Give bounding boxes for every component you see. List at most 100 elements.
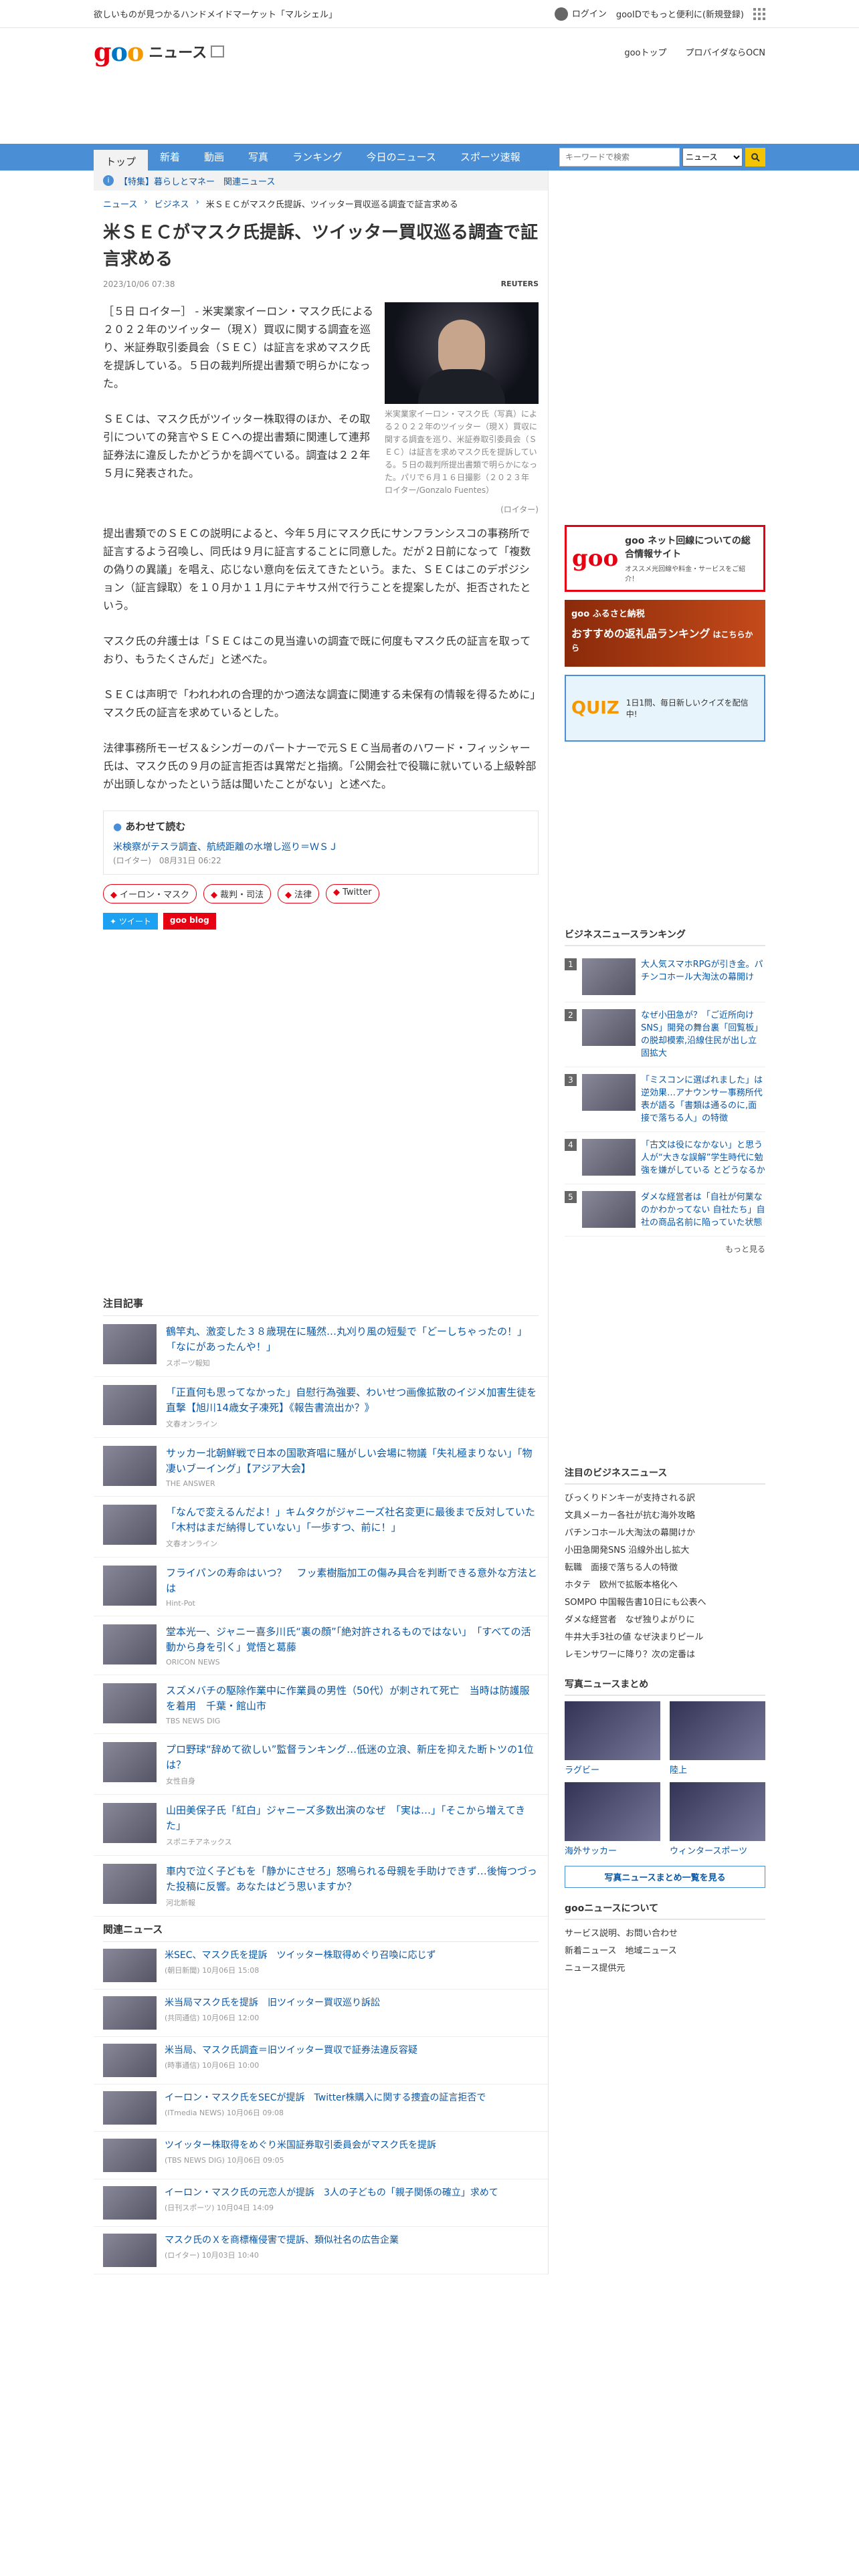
- read-together-box: ● あわせて読む 米検察がテスラ調査、航続距離の水増し巡り＝ＷＳＪ (ロイター)…: [103, 811, 539, 875]
- featured-item[interactable]: フライパンの寿命はいつ？ フッ素樹脂加工の傷み具合を判断できる意外な方法とは Hi…: [94, 1558, 548, 1616]
- sidebar-ad-space: [565, 171, 765, 525]
- tab-photo[interactable]: 写真: [236, 144, 280, 171]
- provider-logo[interactable]: REUTERS: [501, 280, 539, 289]
- keyword-link[interactable]: ダメな経営者 なぜ独りよがりに: [565, 1612, 765, 1629]
- keyword-link[interactable]: 文具メーカー各社が抗む海外攻略: [565, 1507, 765, 1525]
- ranking-item[interactable]: 2 なぜ小田急が？「ご近所向けSNS」開発の舞台裏「回覧板」の脱却模索,沿線住民が…: [565, 1002, 765, 1067]
- login-link[interactable]: ログイン: [554, 7, 607, 21]
- keyword-link[interactable]: パチンコホール大淘汰の幕開けか: [565, 1525, 765, 1542]
- app-grid-icon[interactable]: [753, 7, 765, 20]
- read-together-meta: (ロイター) 08月31日 06:22: [113, 856, 221, 865]
- related-news-item[interactable]: ツイッター株取得をめぐり米国証券取引委員会がマスク氏を提訴 (TBS NEWS D…: [94, 2132, 548, 2179]
- news-thumbnail: [103, 2044, 157, 2077]
- tag-icon: ◆: [211, 890, 218, 900]
- keyword-link[interactable]: ホタテ 欧州で拡販本格化へ: [565, 1577, 765, 1594]
- tag-item[interactable]: ◆ 裁判・司法: [203, 884, 272, 903]
- news-thumbnail: [103, 1324, 157, 1364]
- top-promo-link[interactable]: 欲しいものが見つかるハンドメイドマーケット「マルシェル」: [94, 7, 555, 20]
- related-news-item[interactable]: マスク氏のＸを商標権侵害で提訴、類似社名の広告企業 (ロイター) 10月03日 1…: [94, 2227, 548, 2274]
- tab-video[interactable]: 動画: [192, 144, 236, 171]
- article-photo[interactable]: [385, 302, 539, 404]
- tag-item[interactable]: ◆ Twitter: [326, 884, 379, 903]
- tab-top[interactable]: トップ: [94, 148, 149, 171]
- news-thumbnail: [582, 1191, 636, 1228]
- photo-tile[interactable]: 陸上: [670, 1701, 765, 1776]
- photo-tile[interactable]: 海外サッカー: [565, 1782, 660, 1856]
- news-thumbnail: [103, 2139, 157, 2172]
- photo-tile[interactable]: ラグビー: [565, 1701, 660, 1776]
- article-paragraph: マスク氏の弁護士は「ＳＥＣはこの見当違いの調査で既に何度もマスク氏の証言を取って…: [103, 635, 531, 665]
- tweet-button[interactable]: ✦ ツイート: [103, 913, 158, 930]
- keyword-link[interactable]: 小田急開発SNS 沿線外出し拡大: [565, 1542, 765, 1560]
- main-nav: トップ 新着 動画 写真 ランキング 今日のニュース スポーツ速報 ニュース: [0, 144, 859, 171]
- ranking-item[interactable]: 5 ダメな経営者は「自社が何業なのかわかってない 自社たち」自社の商品名前に陥って…: [565, 1184, 765, 1237]
- share-buttons: ✦ ツイート goo blog: [103, 913, 539, 930]
- photo-tile[interactable]: ウィンタースポーツ: [670, 1782, 765, 1856]
- featured-item[interactable]: 堂本光一、ジャニー喜多川氏“裏の顔”「絶対許されるものではない」 「すべての活動…: [94, 1616, 548, 1675]
- read-together-link[interactable]: 米検察がテスラ調査、航続距離の水増し巡り＝ＷＳＪ: [113, 840, 529, 853]
- about-link[interactable]: 新着ニュース 地域ニュース: [565, 1943, 765, 1960]
- ocn-link[interactable]: プロバイダならOCN: [685, 45, 765, 58]
- article-figure: 米実業家イーロン・マスク氏（写真）による２０２２年のツイッター（現Ｘ）買収に関す…: [385, 302, 539, 497]
- featured-item[interactable]: 車内で泣く子どもを「静かにさせろ」怒鳴られる母親を手助けできず…後悔つづった投稿…: [94, 1856, 548, 1917]
- related-news-item[interactable]: イーロン・マスク氏の元恋人が提訴 3人の子どもの「親子関係の確立」求めて (日刊ス…: [94, 2179, 548, 2227]
- quiz-banner[interactable]: QUIZ 1日1問、毎日新しいクイズを配信中!: [565, 675, 765, 742]
- goo-blog-button[interactable]: goo blog: [163, 913, 216, 930]
- section-title[interactable]: ニュース: [149, 41, 207, 62]
- breadcrumb-news[interactable]: ニュース: [103, 197, 137, 210]
- search-input[interactable]: [559, 148, 680, 167]
- furusato-banner[interactable]: goo ふるさと納税 おすすめの返礼品ランキング はこちらから: [565, 600, 765, 667]
- featured-item[interactable]: 「正直何も思ってなかった」自慰行為強要、わいせつ画像拡散のイジメ加害生徒を直撃【…: [94, 1377, 548, 1438]
- search-scope-select[interactable]: ニュース: [682, 148, 743, 167]
- breadcrumb-business[interactable]: ビジネス: [155, 197, 189, 210]
- rank-number: 4: [565, 1139, 577, 1151]
- net-line-banner[interactable]: goo goo ネット回線についての総合情報サイト オススメ光回線や料金・サービス…: [565, 525, 765, 592]
- article: 米ＳＥＣがマスク氏提訴、ツイッター買収巡る調査で証言求める 2023/10/06…: [94, 219, 548, 930]
- about-link[interactable]: ニュース提供元: [565, 1960, 765, 1977]
- tab-sports[interactable]: スポーツ速報: [448, 144, 533, 171]
- featured-heading: 注目記事: [103, 1291, 539, 1316]
- tag-item[interactable]: ◆ イーロン・マスク: [103, 884, 197, 903]
- rank-number: 2: [565, 1009, 577, 1021]
- ranking-item[interactable]: 1 大人気スマホRPGが引き金。パチンコホール大淘汰の幕開け: [565, 952, 765, 1002]
- article-source[interactable]: (ロイター): [103, 504, 539, 515]
- keyword-link[interactable]: 転職 面接で落ちる人の特徴: [565, 1560, 765, 1577]
- keyword-link[interactable]: レモンサワーに降り？次の定番は: [565, 1646, 765, 1664]
- featured-item[interactable]: 「なんで変えるんだよ！」キムタクがジャニーズ社名変更に最後まで反対していた「木村…: [94, 1497, 548, 1558]
- tag-item[interactable]: ◆ 法律: [278, 884, 320, 903]
- goo-logo[interactable]: goo: [94, 37, 144, 67]
- more-link[interactable]: もっと見る: [565, 1243, 765, 1255]
- ranking-item[interactable]: 4 「古文は役になかない」と思う人が“大きな誤解”学生時代に勉強を嫌がしている と…: [565, 1132, 765, 1184]
- search-button[interactable]: [745, 148, 765, 167]
- related-news-item[interactable]: 米SEC、マスク氏を提訴 ツイッター株取得めぐり召喚に応じず (朝日新聞) 10月…: [94, 1942, 548, 1990]
- keyword-link[interactable]: びっくりドンキーが支持される訳: [565, 1490, 765, 1507]
- tab-new[interactable]: 新着: [148, 144, 192, 171]
- goo-top-link[interactable]: gooトップ: [624, 45, 666, 58]
- keyword-link[interactable]: 牛井大手3社の値 なぜ決まりピール: [565, 1629, 765, 1646]
- featured-item[interactable]: サッカー北朝鮮戦で日本の国歌斉唱に騒がしい会場に物議「失礼極まりない」「物凄いブ…: [94, 1438, 548, 1497]
- tab-today[interactable]: 今日のニュース: [355, 144, 448, 171]
- ranking-item[interactable]: 3 「ミスコンに選ばれました」は逆効果…アナウンサー事務所代表が語る「書類は通るの…: [565, 1067, 765, 1132]
- top-strip: 欲しいものが見つかるハンドメイドマーケット「マルシェル」 ログイン gooIDで…: [0, 0, 859, 28]
- article-paragraph: 提出書類でのＳＥＣの説明によると、今年５月にマスク氏にサンフランシスコの事務所で…: [103, 527, 531, 612]
- speech-bubble-icon: ●: [113, 821, 122, 833]
- about-link[interactable]: サービス説明、お問い合わせ: [565, 1925, 765, 1943]
- read-together-heading: ● あわせて読む: [113, 821, 186, 833]
- featured-item[interactable]: プロ野球“辞めて欲しい”監督ランキング…低迷の立浪、新庄を抑えた断トツの1位は？…: [94, 1734, 548, 1795]
- news-thumbnail: [103, 2234, 157, 2267]
- related-news-list: 米SEC、マスク氏を提訴 ツイッター株取得めぐり召喚に応じず (朝日新聞) 10月…: [94, 1942, 548, 2274]
- featured-item[interactable]: 山田美保子氏「紅白」ジャニーズ多数出演のなぜ 「実は…」「そこから増えてきた」ス…: [94, 1795, 548, 1856]
- feature-notice[interactable]: i 【特集】暮らしとマネー 関連ニュース: [94, 171, 548, 191]
- featured-item[interactable]: 鶴竿丸、激変した３８歳現在に騒然…丸刈り風の短髪で「どーしちゃったの！」「なにが…: [94, 1316, 548, 1377]
- signup-link[interactable]: gooIDでもっと便利に(新規登録): [616, 7, 744, 20]
- related-news-item[interactable]: 米当局、マスク氏調査＝旧ツイッター買収で証券法違反容疑 (時事通信) 10月06日…: [94, 2037, 548, 2084]
- photo-grid: ラグビー 陸上 海外サッカー ウィンタースポーツ: [565, 1701, 765, 1856]
- related-news-item[interactable]: 米当局マスク氏を提訴 旧ツイッター買収巡り訴訟 (共同通信) 10月06日 12:…: [94, 1990, 548, 2037]
- featured-item[interactable]: スズメバチの駆除作業中に作業員の男性（50代）が刺されて死亡 当時は防護服を着用…: [94, 1675, 548, 1734]
- related-news-item[interactable]: イーロン・マスク氏をSECが提訴 Twitter株購入に関する捜査の証言拒否で(…: [94, 2084, 548, 2132]
- keyword-link[interactable]: SOMPO 中国報告書10日にも公表へ: [565, 1594, 765, 1612]
- tab-ranking[interactable]: ランキング: [280, 144, 355, 171]
- ad-space-main: [94, 930, 548, 1291]
- photo-list-button[interactable]: 写真ニュースまとめ一覧を見る: [565, 1866, 765, 1888]
- rank-number: 1: [565, 958, 577, 970]
